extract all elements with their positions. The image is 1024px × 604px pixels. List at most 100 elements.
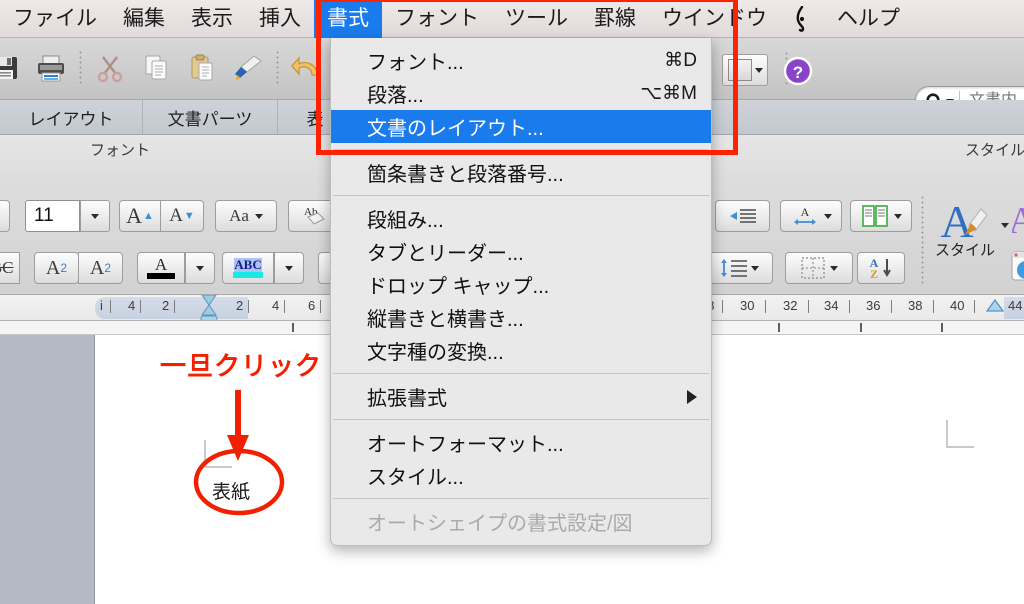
font-size-dropdown-button[interactable] (80, 200, 110, 232)
margin-corner-mark-top-left (204, 440, 232, 468)
menu-item-insert[interactable]: 挿入 (246, 0, 314, 38)
cut-button[interactable] (87, 44, 133, 92)
menu-item-table[interactable]: 罫線 (581, 0, 649, 38)
tab-table-label: 表 (306, 109, 324, 129)
sort-az-icon: A Z (870, 256, 891, 280)
media-browser-button[interactable] (1010, 250, 1024, 289)
menu-item-columns[interactable]: 段組み... (331, 202, 711, 235)
style-gallery-second-icon[interactable]: A (1008, 197, 1024, 246)
indent-marker[interactable] (198, 295, 220, 320)
indent-button[interactable] (715, 200, 770, 232)
svg-text:?: ? (793, 63, 803, 82)
ruler-subtick (292, 323, 294, 332)
ruler-tickmark (933, 300, 934, 313)
subscript-button[interactable]: A2 (78, 252, 123, 284)
spacing-dropdown-button[interactable] (722, 54, 768, 86)
format-painter-button[interactable] (225, 44, 271, 92)
menu-item-file-label: ファイル (13, 6, 97, 30)
menu-item-vertical-horizontal-text[interactable]: 縦書きと横書き... (331, 301, 711, 334)
style-gallery-button[interactable]: A スタイル (930, 195, 1000, 270)
menu-item-font[interactable]: フォント (382, 0, 492, 38)
menu-item-drop-cap-label: ドロップ キャップ... (367, 276, 550, 298)
menu-item-view[interactable]: 表示 (178, 0, 246, 38)
font-size-field[interactable]: 11 (25, 200, 80, 232)
menu-item-paragraph[interactable]: 段落... ⌥⌘M (331, 77, 711, 110)
menu-item-bullets-numbering[interactable]: 箇条書きと段落番号... (331, 156, 711, 189)
ruler-tick: 2 (162, 298, 170, 313)
help-button[interactable]: ? (783, 56, 813, 86)
undo-button[interactable] (284, 44, 330, 92)
shrink-font-button[interactable]: A ▼ (160, 200, 204, 232)
menu-item-change-case[interactable]: 文字種の変換... (331, 334, 711, 367)
menu-item-file[interactable]: ファイル (0, 0, 110, 38)
line-spacing-button[interactable] (705, 252, 773, 284)
font-color-button[interactable]: A (137, 252, 185, 284)
menu-item-edit[interactable]: 編集 (110, 0, 178, 38)
ruler-tickmark (974, 300, 975, 313)
menu-item-document-layout[interactable]: 文書のレイアウト... (331, 110, 711, 143)
menu-item-autoformat[interactable]: オートフォーマット... (331, 426, 711, 459)
menu-item-autoshape-format: オートシェイプの書式設定/図 (331, 505, 711, 538)
columns-button[interactable] (850, 200, 912, 232)
paintbrush-icon (235, 55, 262, 80)
font-color-dropdown-button[interactable] (185, 252, 215, 284)
menu-item-view-label: 表示 (191, 6, 233, 30)
tab-layout[interactable]: レイアウト (0, 100, 143, 134)
ruler-tick: 40 (950, 298, 965, 313)
menu-item-help[interactable]: ヘルプ (824, 0, 913, 38)
ruler-tick: 2 (236, 298, 244, 313)
menu-item-tabs-leaders[interactable]: タブとリーダー... (331, 235, 711, 268)
menu-item-window[interactable]: ウインドウ (649, 0, 780, 38)
menu-item-tools[interactable]: ツール (492, 0, 581, 38)
font-family-dropdown[interactable] (0, 200, 10, 232)
menu-item-font-dialog-label: フォント... (367, 52, 464, 74)
menu-item-drop-cap[interactable]: ドロップ キャップ... (331, 268, 711, 301)
format-dropdown-menu[interactable]: フォント... ⌘D 段落... ⌥⌘M 文書のレイアウト... 箇条書きと段落… (330, 38, 712, 546)
document-text-cover[interactable]: 表紙 (212, 477, 250, 504)
superscript-button[interactable]: A2 (34, 252, 79, 284)
copy-button[interactable] (133, 44, 179, 92)
line-spacing-icon (721, 259, 747, 277)
change-case-button[interactable]: Aa (215, 200, 277, 232)
print-button[interactable] (28, 44, 74, 92)
borders-button[interactable] (785, 252, 853, 284)
save-button[interactable] (0, 44, 28, 92)
menu-separator (333, 149, 709, 150)
menu-item-font-dialog[interactable]: フォント... ⌘D (331, 44, 711, 77)
right-indent-marker[interactable] (985, 298, 1005, 318)
highlight-dropdown-button[interactable] (274, 252, 304, 284)
indent-icon (729, 209, 756, 223)
character-spacing-icon: A (793, 205, 816, 225)
ruler-tickmark (849, 300, 850, 313)
grow-font-button[interactable]: A ▲ (119, 200, 161, 232)
ruler-tickmark (110, 300, 111, 313)
strikethrough-button[interactable]: ABC (0, 252, 20, 284)
svg-text:A: A (800, 205, 809, 219)
ribbon-group-label-style: スタイル (965, 142, 1024, 159)
paste-button[interactable] (179, 44, 225, 92)
ruler-tick: 36 (866, 298, 881, 313)
ruler-subtick (778, 323, 780, 332)
highlight-button[interactable]: ABC (222, 252, 274, 284)
menu-item-style[interactable]: スタイル... (331, 459, 711, 492)
toolbar-separator (79, 50, 82, 86)
menu-separator (333, 419, 709, 420)
ruler-tickmark (248, 300, 249, 313)
submenu-arrow-icon (687, 389, 697, 404)
chevron-down-icon[interactable] (1001, 223, 1009, 228)
ruler-tickmark (174, 300, 175, 313)
menu-item-format[interactable]: 書式 (314, 0, 382, 38)
menu-item-paragraph-label: 段落... (367, 85, 424, 107)
chevron-down-icon (830, 265, 838, 271)
menu-item-vertical-horizontal-text-label: 縦書きと横書き... (367, 309, 524, 331)
chevron-down-icon (893, 213, 902, 219)
tab-document-parts[interactable]: 文書パーツ (143, 100, 278, 134)
sort-button[interactable]: A Z (857, 252, 905, 284)
menu-item-font-dialog-shortcut: ⌘D (664, 50, 697, 71)
character-spacing-button[interactable]: A (780, 200, 842, 232)
borders-icon (801, 257, 825, 279)
menu-item-extended-format[interactable]: 拡張書式 (331, 380, 711, 413)
pen-nib-icon[interactable] (780, 0, 824, 38)
menu-item-window-label: ウインドウ (662, 6, 767, 30)
scissors-icon (97, 56, 123, 83)
